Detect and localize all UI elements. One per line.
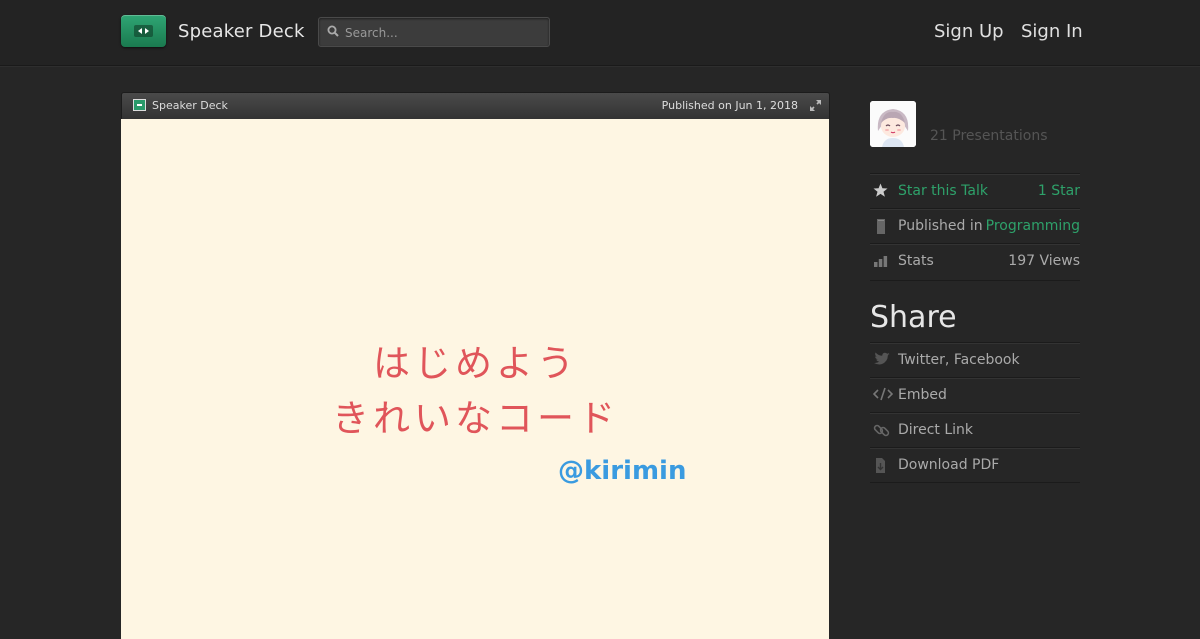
share-direct-link-label[interactable]: Direct Link (898, 422, 973, 438)
search-input[interactable] (343, 22, 543, 44)
viewer-toolbar: Speaker Deck Published on Jun 1, 2018 (121, 92, 830, 119)
bar-chart-icon (874, 256, 888, 267)
published-date: Published on Jun 1, 2018 (661, 99, 798, 112)
divider (870, 482, 1080, 483)
share-heading: Share (870, 300, 957, 335)
avatar-illustration (870, 101, 916, 147)
presentations-count[interactable]: 21 Presentations (930, 128, 1047, 144)
pdf-icon (876, 458, 885, 473)
category-link[interactable]: Programming (986, 218, 1080, 234)
link-icon (873, 424, 890, 437)
brand-name[interactable]: Speaker Deck (178, 21, 305, 42)
slide-canvas[interactable]: はじめよう きれいなコード @kirimin (121, 119, 829, 639)
author-avatar[interactable] (870, 101, 916, 147)
stats-label: Stats (898, 253, 934, 269)
sign-up-link[interactable]: Sign Up (934, 21, 1004, 42)
sign-in-link[interactable]: Sign In (1021, 21, 1083, 42)
share-embed[interactable]: Embed (870, 377, 1080, 412)
bookmark-icon (877, 219, 885, 234)
divider (870, 280, 1080, 281)
star-count: 1 Star (1037, 183, 1080, 199)
slide-author-handle: @kirimin (558, 456, 687, 486)
search-icon (327, 25, 339, 37)
star-talk-row[interactable]: Star this Talk 1 Star (870, 173, 1080, 208)
share-download-pdf[interactable]: Download PDF (870, 447, 1080, 482)
share-download-pdf-label[interactable]: Download PDF (898, 457, 999, 473)
speaker-deck-logo[interactable] (121, 15, 166, 47)
slides-arrows-icon (134, 25, 153, 37)
speaker-deck-mini-icon (133, 99, 146, 111)
star-talk-label[interactable]: Star this Talk (898, 183, 988, 199)
slide-title-line1: はじめよう (373, 342, 578, 385)
published-in-label: Published in (898, 218, 983, 234)
top-navbar: Speaker Deck Sign Up Sign In (0, 0, 1200, 66)
views-count: 197 Views (1008, 253, 1080, 269)
share-direct-link[interactable]: Direct Link (870, 412, 1080, 447)
slide-title-line2: きれいなコード (332, 397, 619, 440)
share-twitter-facebook-label[interactable]: Twitter, Facebook (898, 352, 1020, 368)
code-icon (873, 387, 893, 401)
stats-row: Stats 197 Views (870, 243, 1080, 278)
viewer-brand[interactable]: Speaker Deck (152, 99, 228, 112)
share-embed-label[interactable]: Embed (898, 387, 947, 403)
published-in-row: Published in Programming (870, 208, 1080, 243)
star-icon (873, 183, 888, 197)
search-box[interactable] (318, 17, 550, 47)
share-twitter-facebook[interactable]: Twitter, Facebook (870, 342, 1080, 377)
fullscreen-icon[interactable] (809, 99, 822, 112)
twitter-icon (874, 352, 890, 365)
